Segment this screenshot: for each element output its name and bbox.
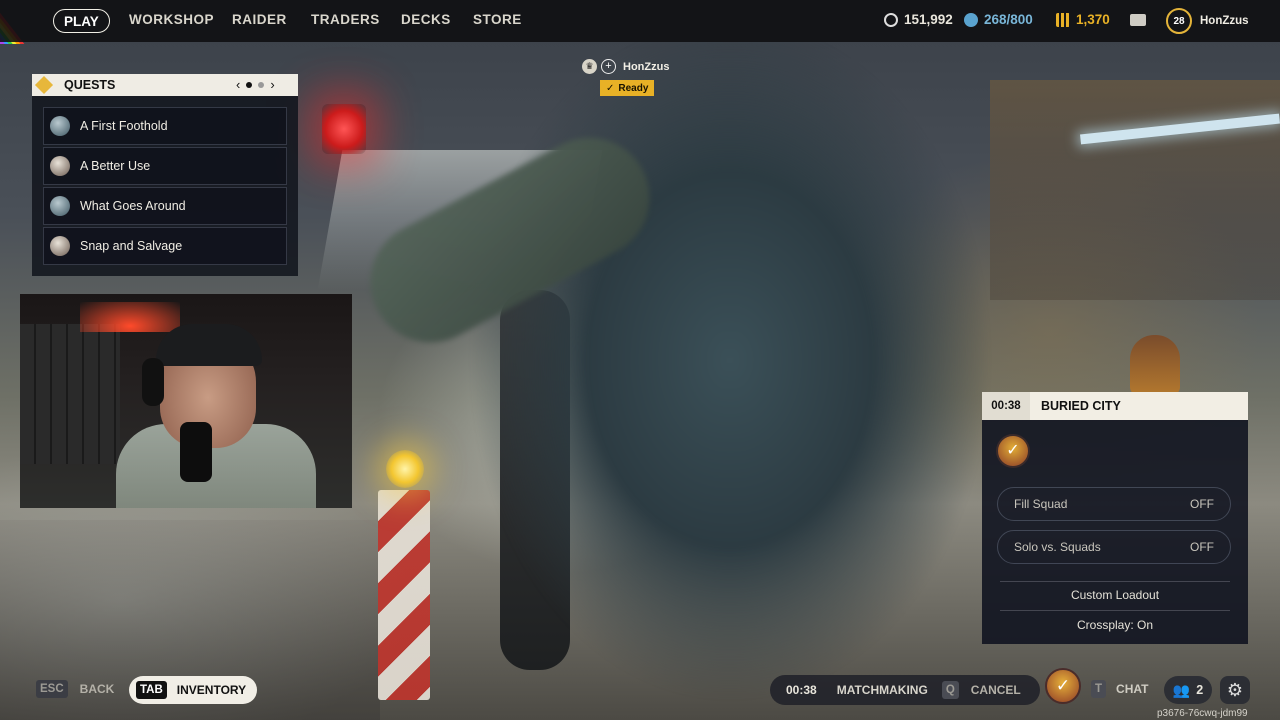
chat-button[interactable]: T CHAT [1091,680,1148,698]
quests-title: QUESTS [64,78,116,92]
matchmaking-label: MATCHMAKING [836,683,928,697]
raider-token-icon [964,12,978,27]
mail-icon[interactable] [1130,14,1146,26]
quest-giver-avatar [50,196,70,216]
quest-giver-avatar [50,156,70,176]
streamer-cap [156,324,262,366]
quest-item[interactable]: A Better Use [43,147,287,185]
inventory-button[interactable]: TAB INVENTORY [129,676,257,704]
settings-gear-icon[interactable]: ⚙ [1220,676,1250,704]
quests-panel: QUESTS ‹ › A First Foothold A Better Use… [32,74,298,276]
quests-pager: ‹ › [236,77,275,92]
divider [1000,610,1230,611]
solo-vs-squads-toggle[interactable]: Solo vs. Squads OFF [997,530,1231,564]
webcam-red-light [80,302,180,332]
coins-currency[interactable]: 151,992 [884,12,953,27]
cred-icon [1056,12,1070,27]
striped-barrier [378,490,430,700]
quest-item[interactable]: What Goes Around [43,187,287,225]
headset-icon [142,358,164,406]
crossplay-setting[interactable]: Crossplay: On [982,618,1248,632]
nav-traders-tab[interactable]: TRADERS [311,12,380,27]
player-level-badge[interactable]: 28 [1166,8,1192,34]
player-character [430,40,1020,720]
checkmark-icon: ✓ [606,82,615,94]
build-id: p3676-76cwq-jdm99 [1157,708,1248,719]
t-key-hint: T [1091,680,1107,698]
cancel-label: CANCEL [970,683,1021,697]
crown-icon: ♛ [582,59,597,74]
coin-icon [884,12,898,27]
fill-squad-label: Fill Squad [1014,497,1068,511]
map-name: BURIED CITY [1041,399,1121,413]
quest-label: A First Foothold [80,119,168,133]
ready-status-label: Ready [618,82,649,94]
background-npc [1130,335,1180,395]
quest-item[interactable]: Snap and Salvage [43,227,287,265]
tab-key-hint: TAB [136,681,167,699]
raider-tokens-currency[interactable]: 268/800 [964,12,1033,27]
nav-raider-tab[interactable]: RAIDER [232,12,287,27]
pager-next-icon[interactable]: › [270,77,274,92]
cred-amount: 1,370 [1076,12,1110,27]
profile-username[interactable]: HonZzus [1200,15,1249,27]
red-signal-light [322,104,366,154]
squad-member-avatar-icon[interactable]: ✓ [996,434,1030,468]
quest-giver-avatar [50,116,70,136]
esc-key-hint: ESC [36,680,68,698]
microphone-icon [180,422,212,482]
market-stalls [990,80,1280,300]
q-key-hint: Q [941,681,959,699]
ready-status-badge: ✓ Ready [600,80,655,96]
quest-item[interactable]: A First Foothold [43,107,287,145]
add-party-icon[interactable]: + [601,59,616,74]
nav-store-tab[interactable]: STORE [473,12,522,27]
matchmaking-bar-timer: 00:38 [786,683,817,697]
people-icon: 👥 [1172,681,1191,698]
nav-decks-tab[interactable]: DECKS [401,12,451,27]
back-button[interactable]: ESC BACK [36,680,114,698]
matchmaking-panel: 00:38 BURIED CITY ✓ Fill Squad OFF Solo … [982,392,1248,644]
matchmaking-status-bar: 00:38 MATCHMAKING Q CANCEL [770,675,1040,705]
custom-loadout-button[interactable]: Custom Loadout [982,588,1248,602]
yellow-lamp [386,450,424,488]
webcam-overlay [20,294,352,508]
nav-play-tab[interactable]: PLAY [53,9,110,33]
matchmaking-timer: 00:38 [982,392,1030,420]
pager-dot[interactable] [258,81,265,88]
quest-giver-avatar [50,236,70,256]
webcam-shelf [20,324,120,464]
top-navigation-bar: PLAY WORKSHOP RAIDER TRADERS DECKS STORE… [0,0,1280,42]
divider [1000,581,1230,582]
player-avatar-icon[interactable]: ✓ [1045,668,1081,704]
solo-vs-squads-value: OFF [1190,540,1214,554]
pager-prev-icon[interactable]: ‹ [236,77,240,92]
chat-label: CHAT [1116,682,1149,696]
nav-workshop-tab[interactable]: WORKSHOP [129,12,214,27]
quest-label: Snap and Salvage [80,239,183,253]
back-label: BACK [79,682,115,696]
matchmaking-header: 00:38 BURIED CITY [982,392,1248,420]
fill-squad-toggle[interactable]: Fill Squad OFF [997,487,1231,521]
inventory-label: INVENTORY [176,683,247,697]
fill-squad-value: OFF [1190,497,1214,511]
quests-header: QUESTS ‹ › [32,74,298,96]
solo-vs-squads-label: Solo vs. Squads [1014,540,1101,554]
party-count-value: 2 [1196,683,1204,697]
quest-label: What Goes Around [80,199,186,213]
pager-dot-active[interactable] [246,81,253,88]
cred-currency[interactable]: 1,370 [1056,12,1110,27]
party-member-name: HonZzus [623,61,670,73]
quest-diamond-icon [34,75,54,95]
quest-label: A Better Use [80,159,151,173]
party-members-button[interactable]: 👥 2 [1164,676,1212,704]
cancel-matchmaking-button[interactable]: Q CANCEL [941,681,1021,699]
raider-tokens-amount: 268/800 [984,12,1033,27]
coins-amount: 151,992 [904,12,953,27]
